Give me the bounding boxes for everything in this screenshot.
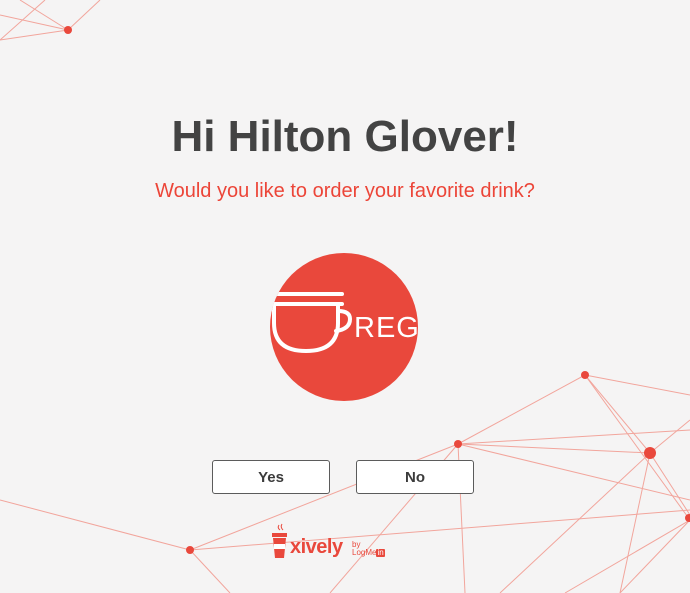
drink-badge[interactable]: REG (270, 253, 418, 401)
partner-logo-prefix: LogMe (352, 548, 377, 557)
brand-logo: xively by LogMein (270, 522, 400, 562)
no-button[interactable]: No (356, 460, 474, 494)
order-prompt-screen: Hi Hilton Glover! Would you like to orde… (0, 0, 690, 593)
greeting-heading: Hi Hilton Glover! (171, 112, 519, 161)
coffee-cup-logo-icon (272, 523, 287, 558)
partner-logo: LogMein (352, 549, 385, 557)
partner-logo-suffix: in (376, 548, 385, 557)
order-question: Would you like to order your favorite dr… (155, 180, 535, 202)
brand-name: xively (290, 536, 343, 558)
drink-label: REG (354, 312, 418, 344)
yes-button[interactable]: Yes (212, 460, 330, 494)
